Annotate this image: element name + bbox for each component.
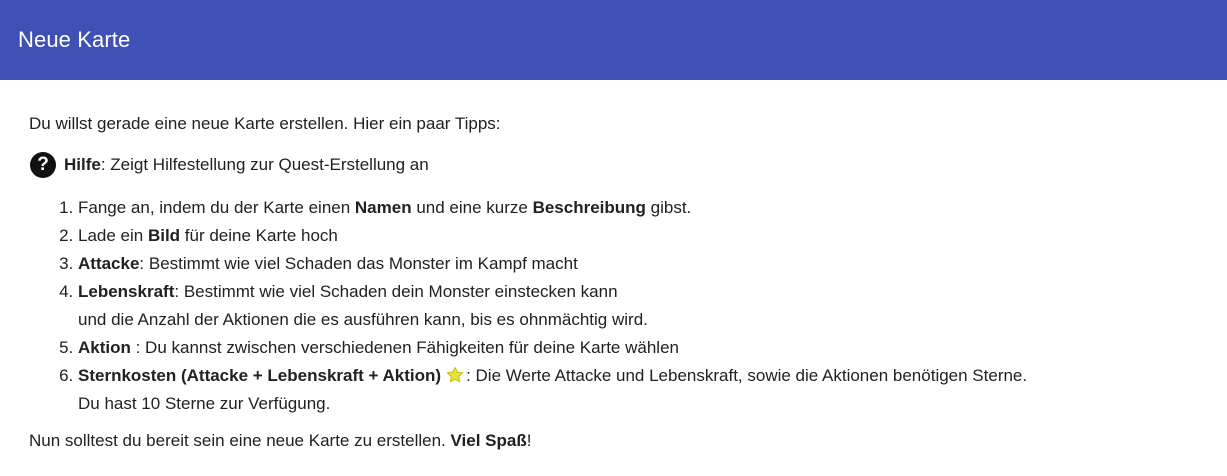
tip-bold: Bild — [147, 226, 181, 245]
tip-text: : Bestimmt wie viel Schaden das Monster … — [139, 254, 578, 273]
tip-text: : Bestimmt wie viel Schaden dein Monster… — [174, 282, 618, 301]
tip-text: : Du kannst zwischen verschiedenen Fähig… — [130, 338, 679, 357]
help-hint-text: Hilfe: Zeigt Hilfestellung zur Quest-Ers… — [64, 151, 429, 179]
help-label: Hilfe — [64, 155, 101, 174]
outro-end: ! — [526, 431, 532, 450]
outro-sentence: Nun solltest du bereit sein eine neue Ka… — [29, 431, 451, 450]
tip-bold: Sternkosten (Attacke + Lebenskraft + Akt… — [78, 366, 442, 385]
tip-text: und die Anzahl der Aktionen die es ausfü… — [78, 310, 648, 329]
tip-name-description: Fange an, indem du der Karte einen Namen… — [78, 194, 1209, 222]
tips-list: Fange an, indem du der Karte einen Namen… — [29, 194, 1209, 418]
tip-image: Lade ein Bild für deine Karte hoch — [78, 222, 1209, 250]
tip-text: gibst. — [645, 198, 692, 217]
help-hint: ? Hilfe: Zeigt Hilfestellung zur Quest-E… — [29, 151, 1209, 179]
tip-action: Aktion : Du kannst zwischen verschiedene… — [78, 334, 1209, 362]
tip-bold: Beschreibung — [532, 198, 646, 217]
question-circle-icon[interactable]: ? — [30, 152, 56, 178]
tip-text: : Die Werte Attacke und Lebenskraft, sow… — [466, 366, 1028, 385]
tip-text: Du hast 10 Sterne zur Verfügung. — [78, 394, 331, 413]
tip-text: und eine kurze — [411, 198, 533, 217]
tip-text: Fange an, indem du der Karte einen — [78, 198, 355, 217]
header-bar: Neue Karte — [0, 0, 1227, 80]
tip-health: Lebenskraft: Bestimmt wie viel Schaden d… — [78, 278, 1209, 334]
tip-bold: Attacke — [78, 254, 140, 273]
help-description: : Zeigt Hilfestellung zur Quest-Erstellu… — [100, 155, 429, 174]
tip-star-cost: Sternkosten (Attacke + Lebenskraft + Akt… — [78, 362, 1209, 418]
tip-bold: Namen — [354, 198, 412, 217]
intro-text: Du willst gerade eine neue Karte erstell… — [29, 114, 501, 133]
tip-text: Lade ein — [78, 226, 148, 245]
tip-bold: Lebenskraft — [78, 282, 175, 301]
tip-text: für deine Karte hoch — [180, 226, 338, 245]
star-icon — [446, 366, 464, 383]
dialog-content: Du willst gerade eine neue Karte erstell… — [29, 110, 1209, 455]
outro-bold: Viel Spaß — [450, 431, 527, 450]
outro-text: Nun solltest du bereit sein eine neue Ka… — [29, 427, 1209, 455]
page-title: Neue Karte — [18, 27, 131, 52]
tip-bold: Aktion — [78, 338, 131, 357]
tip-attack: Attacke: Bestimmt wie viel Schaden das M… — [78, 250, 1209, 278]
